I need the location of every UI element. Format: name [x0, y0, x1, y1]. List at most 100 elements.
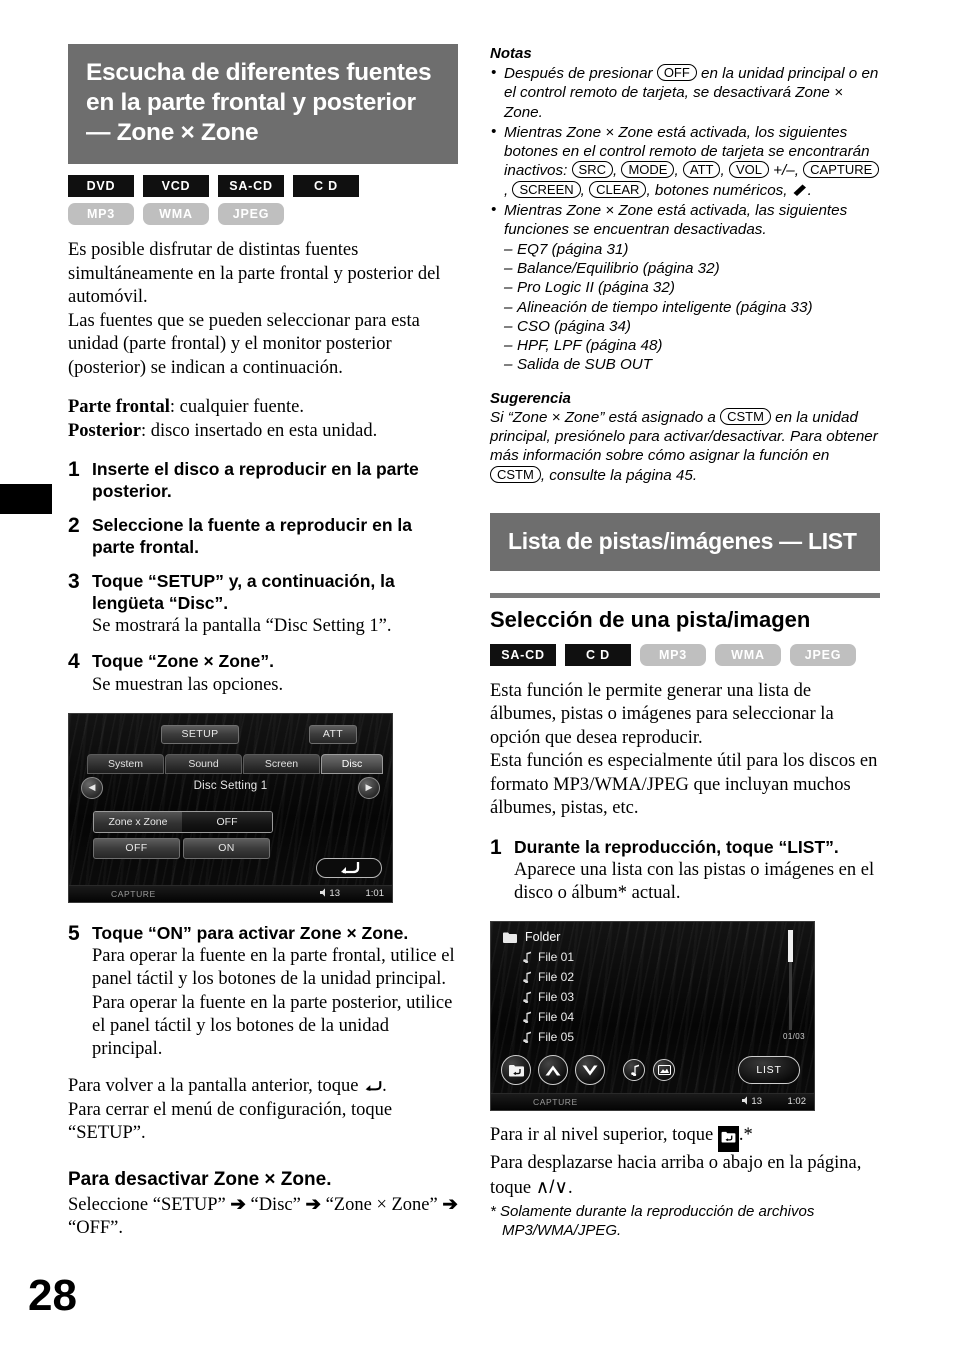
screen-file-label: File 04	[538, 1010, 575, 1025]
screen-list-button[interactable]: LIST	[738, 1056, 800, 1085]
note-item-2-text-b: botones numéricos,	[654, 181, 792, 199]
disabled-function-item: Balance/Equilibrio (página 32)	[504, 259, 880, 279]
deactivate-step-4: “OFF”.	[68, 1218, 123, 1238]
notes-list: Después de presionar OFF en la unidad pr…	[490, 63, 880, 375]
screen-file-row[interactable]: File 05	[521, 1030, 574, 1044]
screen-file-row[interactable]: File 01	[521, 950, 574, 964]
screen-scroll-up-button[interactable]	[538, 1055, 568, 1086]
music-note-icon	[523, 992, 531, 1004]
chapter-title-list: Lista de pistas/imágenes — LIST	[490, 512, 880, 571]
screen-scrollbar-thumb[interactable]	[788, 930, 793, 963]
screen-file-row[interactable]: File 02	[521, 970, 574, 984]
left-column: Escucha de diferentes fuentes en la part…	[68, 44, 458, 1241]
disabled-function-item: Salida de SUB OUT	[504, 355, 880, 375]
screen-file-row[interactable]: File 03	[521, 990, 574, 1004]
step-number: 1	[68, 458, 80, 481]
format-badge-vcd: VCD	[143, 175, 209, 197]
music-note-icon	[523, 1012, 531, 1024]
list-format-badges-row: SA-CD C D MP3 WMA JPEG	[490, 643, 880, 666]
deactivate-step-3: “Zone × Zone”	[325, 1194, 438, 1215]
screen-att-button[interactable]: ATT	[309, 724, 357, 744]
step-4: 4 Toque “Zone × Zone”. Se muestran las o…	[68, 651, 458, 697]
tip-body: Si “Zone × Zone” está asignado a CSTM en…	[490, 407, 880, 485]
step-number: 5	[68, 921, 80, 945]
key-cstm: CSTM	[490, 465, 541, 483]
tip-text-c: , consulte la página 45.	[540, 466, 698, 484]
screen-status-clock: 1:01	[365, 887, 385, 899]
screen-tab-disc[interactable]: Disc	[321, 753, 383, 774]
screen-scroll-down-button[interactable]	[575, 1055, 605, 1086]
arrow-icon: ➔	[305, 1192, 321, 1214]
screen-status-clock: 1:02	[787, 1096, 807, 1108]
screen-folder-back-button[interactable]	[501, 1055, 531, 1086]
screen-back-button[interactable]	[316, 857, 382, 878]
key-cstm: CSTM	[720, 407, 771, 425]
screen-next-page-arrow-icon[interactable]: ▶	[358, 776, 380, 799]
definition-front-label: Parte frontal	[68, 397, 170, 417]
deactivate-step-1: Seleccione “SETUP”	[68, 1194, 226, 1215]
step-subtext: Se muestran las opciones.	[92, 674, 284, 695]
tip-text-a: Si “Zone × Zone” está asignado a	[490, 408, 721, 426]
screen-setup-button[interactable]: SETUP	[161, 724, 239, 744]
list-intro-paragraph-1: Esta función le permite generar una list…	[490, 680, 834, 748]
step-1: 1 Inserte el disco a reproducir en la pa…	[68, 459, 458, 502]
chevron-down-icon	[582, 1065, 598, 1076]
step-subtext: Se mostrará la pantalla “Disc Setting 1”…	[92, 616, 392, 636]
arrow-icon: ➔	[442, 1192, 458, 1214]
step-2: 2 Seleccione la fuente a reproducir en l…	[68, 515, 458, 558]
right-column: Notas Después de presionar OFF en la uni…	[490, 44, 880, 1240]
disabled-function-item: CSO (página 34)	[504, 317, 880, 337]
arrow-icon: ➔	[230, 1192, 246, 1214]
screen-tab-screen[interactable]: Screen	[243, 753, 320, 774]
screen-choice-off-button[interactable]: OFF	[93, 837, 180, 859]
note-item-3-text: Mientras Zone × Zone está activada, las …	[504, 202, 848, 239]
list-step-1: 1 Durante la reproducción, toque “LIST”.…	[490, 837, 880, 906]
list-intro-paragraph-2: Esta función es especialmente útil para …	[490, 751, 878, 819]
tip-heading: Sugerencia	[490, 389, 571, 407]
step-title: Toque “Zone × Zone”.	[92, 651, 274, 671]
step-subtext-2: Para operar la fuente en la parte poster…	[92, 993, 453, 1059]
screen-choice-on-button[interactable]: ON	[183, 837, 270, 859]
key-clear: CLEAR	[589, 180, 647, 198]
screen-status-bar: CAPTURE 13 1:01	[69, 884, 392, 902]
screen-prev-page-arrow-icon[interactable]: ◀	[81, 776, 103, 799]
screen-image-filter-button[interactable]	[653, 1059, 675, 1082]
screen-status-bar: CAPTURE 13 1:02	[491, 1093, 814, 1111]
key-src: SRC	[571, 161, 613, 179]
disabled-function-item: HPF, LPF (página 48)	[504, 336, 880, 356]
return-instruction-text: Para volver a la pantalla anterior, toqu…	[68, 1076, 364, 1096]
format-badge-wma: WMA	[715, 643, 781, 666]
format-badge-mp3: MP3	[640, 643, 706, 666]
note-item-2-vol-suffix: +/–,	[768, 162, 804, 180]
go-up-level-instruction: Para ir al nivel superior, toque .*	[490, 1124, 880, 1152]
screen-option-label: Zone x Zone	[94, 811, 182, 832]
key-capture: CAPTURE	[803, 161, 880, 179]
folder-back-icon	[508, 1064, 524, 1077]
screen-folder-row[interactable]: Folder	[503, 930, 560, 944]
source-definitions: Parte frontal: cualquier fuente. Posteri…	[68, 396, 458, 443]
screen-file-label: File 02	[538, 970, 575, 985]
screen-music-filter-button[interactable]	[623, 1059, 645, 1082]
screen-file-row[interactable]: File 04	[521, 1010, 574, 1024]
screen-tab-sound[interactable]: Sound	[165, 753, 242, 774]
format-badge-mp3: MP3	[68, 203, 134, 225]
step-title: Seleccione la fuente a reproducir en la …	[92, 515, 412, 557]
screen-tab-system[interactable]: System	[87, 753, 164, 774]
scroll-instruction: Para desplazarse hacia arriba o abajo en…	[490, 1152, 880, 1201]
key-vol: VOL	[728, 161, 769, 179]
section-heading-select-track: Selección de una pista/imagen	[490, 606, 811, 632]
key-screen: SCREEN	[512, 180, 581, 198]
step-subtext-1: Para operar la fuente en la parte fronta…	[92, 946, 455, 989]
step-number: 4	[68, 650, 80, 673]
back-arrow-icon	[365, 1081, 382, 1092]
step-number: 2	[68, 514, 80, 537]
format-badge-cd: C D	[293, 175, 359, 197]
screen-option-zone-x-zone[interactable]: Zone x Zone OFF	[93, 810, 273, 833]
chevron-up-icon	[545, 1065, 561, 1076]
music-note-icon	[523, 952, 531, 964]
step-title: Toque “ON” para activar Zone × Zone.	[92, 922, 409, 943]
screen-file-label: File 01	[538, 950, 575, 965]
screen-scrollbar[interactable]	[788, 930, 793, 1031]
disabled-function-item: Alineación de tiempo inteligente (página…	[504, 298, 880, 318]
back-arrow-icon	[341, 862, 360, 874]
